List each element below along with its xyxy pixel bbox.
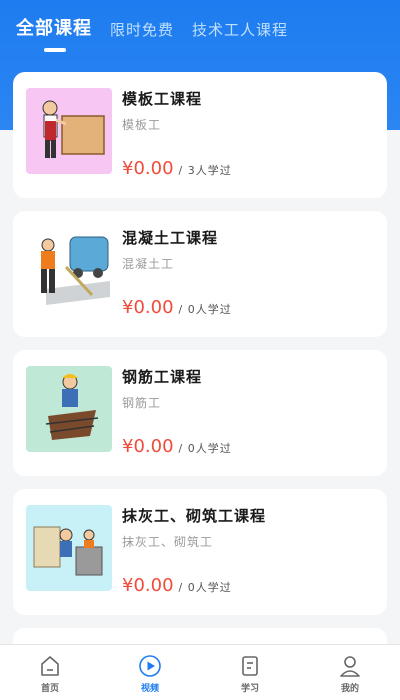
- course-subtitle: 模板工: [122, 118, 162, 132]
- course-subtitle: 混凝土工: [122, 257, 175, 271]
- nav-video-label: 视频: [140, 684, 159, 694]
- course-card[interactable]: 抹灰工、砌筑工课程 抹灰工、砌筑工 ¥0.00 / 0人学过: [13, 489, 387, 615]
- plasterer-illustration: [33, 526, 103, 576]
- course-price: ¥0.00: [122, 297, 174, 318]
- course-list: 模板工课程 模板工 ¥0.00 / 3人学过 混凝土工课程 混凝土工 ¥0.00: [13, 72, 387, 681]
- learner-count: / 0人学过: [178, 581, 232, 594]
- video-icon: [137, 653, 163, 679]
- course-subtitle: 抹灰工、砌筑工: [122, 535, 214, 549]
- active-tab-indicator: [44, 48, 66, 52]
- course-title: 混凝土工课程: [122, 229, 219, 247]
- nav-video[interactable]: 视频: [100, 645, 200, 700]
- course-price: ¥0.00: [122, 158, 174, 179]
- learner-count: / 3人学过: [178, 164, 232, 177]
- home-icon: [37, 653, 63, 679]
- nav-study-label: 学习: [240, 684, 259, 694]
- tab-free-limited[interactable]: 限时免费: [110, 19, 174, 40]
- learner-count: / 0人学过: [178, 442, 232, 455]
- course-title: 钢筋工课程: [122, 368, 203, 386]
- course-subtitle: 钢筋工: [122, 396, 162, 410]
- price-row: ¥0.00 / 3人学过: [122, 158, 232, 179]
- course-thumbnail: [26, 227, 112, 313]
- course-title: 模板工课程: [122, 90, 203, 108]
- tab-all-courses[interactable]: 全部课程: [16, 14, 92, 40]
- course-price: ¥0.00: [122, 575, 174, 596]
- rebar-worker-illustration: [45, 374, 99, 440]
- category-tabs: 全部课程 限时免费 技术工人课程: [16, 14, 306, 40]
- nav-profile-label: 我的: [340, 684, 359, 694]
- tab-skilled-worker[interactable]: 技术工人课程: [192, 19, 288, 40]
- study-icon: [237, 653, 263, 679]
- course-thumbnail: [26, 366, 112, 452]
- course-thumbnail: [26, 505, 112, 591]
- price-row: ¥0.00 / 0人学过: [122, 436, 232, 457]
- learner-count: / 0人学过: [178, 303, 232, 316]
- carpenter-illustration: [42, 100, 105, 158]
- price-row: ¥0.00 / 0人学过: [122, 297, 232, 318]
- course-price: ¥0.00: [122, 436, 174, 457]
- nav-study[interactable]: 学习: [200, 645, 300, 700]
- course-card[interactable]: 混凝土工课程 混凝土工 ¥0.00 / 0人学过: [13, 211, 387, 337]
- course-card[interactable]: 钢筋工课程 钢筋工 ¥0.00 / 0人学过: [13, 350, 387, 476]
- course-title: 抹灰工、砌筑工课程: [122, 507, 267, 525]
- price-row: ¥0.00 / 0人学过: [122, 575, 232, 596]
- nav-home[interactable]: 首页: [0, 645, 100, 700]
- concrete-worker-illustration: [41, 236, 110, 305]
- nav-home-label: 首页: [40, 684, 59, 694]
- nav-profile[interactable]: 我的: [300, 645, 400, 700]
- bottom-navigation: 首页 视频 学习 我的: [0, 644, 400, 700]
- course-thumbnail: [26, 88, 112, 174]
- profile-icon: [337, 653, 363, 679]
- course-card[interactable]: 模板工课程 模板工 ¥0.00 / 3人学过: [13, 72, 387, 198]
